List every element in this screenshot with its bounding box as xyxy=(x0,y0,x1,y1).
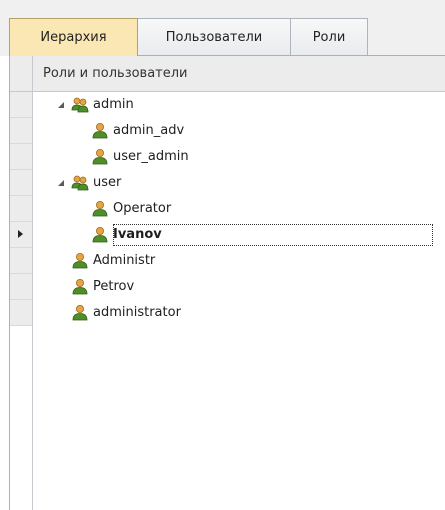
tree-row-ivanov[interactable]: Ivanov xyxy=(33,222,445,248)
tree-row-operator[interactable]: Operator xyxy=(33,196,445,222)
header-indicator-cell xyxy=(10,56,33,91)
tree-label: Operator xyxy=(113,201,172,216)
tree-row-user-admin[interactable]: user_admin xyxy=(33,144,445,170)
row-indicator[interactable] xyxy=(10,170,32,196)
expanded-triangle-icon[interactable] xyxy=(58,102,64,108)
tree-label-selected: Ivanov xyxy=(111,222,435,248)
grid-header: Роли и пользователи xyxy=(10,56,445,92)
row-indicator[interactable] xyxy=(10,248,32,274)
tab-hierarchy[interactable]: Иерархия xyxy=(9,18,138,56)
user-icon xyxy=(72,305,88,321)
user-icon xyxy=(92,201,108,217)
tab-strip: Иерархия Пользователи Роли xyxy=(0,0,445,56)
tab-users[interactable]: Пользователи xyxy=(137,18,291,55)
row-indicator[interactable] xyxy=(10,144,32,170)
current-row-arrow-icon xyxy=(18,230,23,238)
user-icon xyxy=(72,279,88,295)
tree-row-user[interactable]: user xyxy=(33,170,445,196)
tree-label: Administr xyxy=(93,253,156,268)
roles-users-window: Иерархия Пользователи Роли Роли и пользо… xyxy=(0,0,445,510)
tree-label: admin_adv xyxy=(113,123,185,138)
user-icon xyxy=(92,123,108,139)
tree-row-administrator[interactable]: administrator xyxy=(33,300,445,326)
row-indicator-current[interactable] xyxy=(10,222,32,248)
user-icon xyxy=(92,227,108,243)
tree-row-petrov[interactable]: Petrov xyxy=(33,274,445,300)
row-indicator[interactable] xyxy=(10,196,32,222)
tree-row-administr[interactable]: Administr xyxy=(33,248,445,274)
expanded-triangle-icon[interactable] xyxy=(58,180,64,186)
tree-label: admin xyxy=(93,97,134,112)
row-indicator[interactable] xyxy=(10,118,32,144)
row-indicator[interactable] xyxy=(10,300,32,326)
group-icon xyxy=(71,97,89,113)
tree-row-admin-adv[interactable]: admin_adv xyxy=(33,118,445,144)
user-icon xyxy=(72,253,88,269)
row-indicator-column xyxy=(10,92,33,510)
row-indicator[interactable] xyxy=(10,274,32,300)
tree-label: user_admin xyxy=(113,149,189,164)
group-icon xyxy=(71,175,89,191)
row-indicator[interactable] xyxy=(10,92,32,118)
user-icon xyxy=(92,149,108,165)
tree-label: user xyxy=(93,175,122,190)
tree-label: administrator xyxy=(93,305,181,320)
tabs: Иерархия Пользователи Роли xyxy=(9,18,368,56)
tree-row-admin[interactable]: admin xyxy=(33,92,445,118)
tree-label: Petrov xyxy=(93,279,135,294)
column-header-roles-and-users[interactable]: Роли и пользователи xyxy=(43,56,188,91)
tree-grid: Роли и пользователи admin admin_adv user… xyxy=(9,55,445,510)
tab-roles[interactable]: Роли xyxy=(290,18,368,55)
